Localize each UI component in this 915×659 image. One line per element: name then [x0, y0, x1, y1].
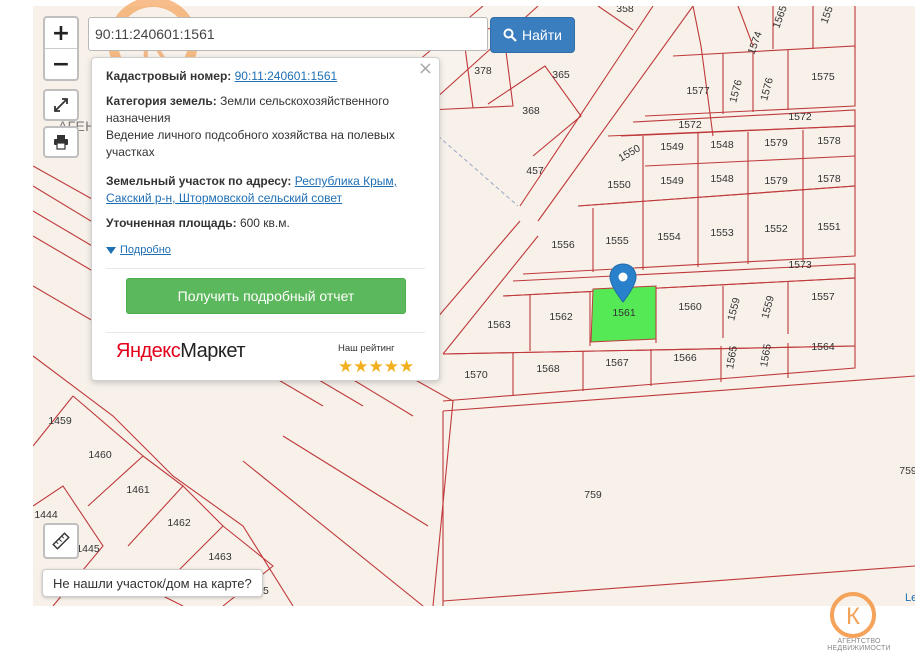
- road-centerline: [437, 135, 519, 207]
- parcel-number-label: 457: [526, 165, 544, 177]
- popup-divider: [106, 268, 425, 269]
- printer-icon: [54, 135, 68, 150]
- parcel-number-label: 1575: [811, 71, 835, 83]
- fullscreen-button[interactable]: [43, 89, 79, 121]
- agency-corner-text: АГЕНТСТВО НЕДВИЖИМОСТИ: [827, 638, 891, 652]
- parcel-number-label: 1554: [657, 231, 681, 243]
- not-found-parcel-button[interactable]: Не нашли участок/дом на карте?: [42, 569, 263, 597]
- get-report-button[interactable]: Получить подробный отчет: [126, 278, 406, 314]
- parcel-number-label: 1463: [208, 551, 232, 563]
- rating-label: Наш рейтинг: [338, 343, 395, 354]
- measure-ruler-button[interactable]: [43, 523, 79, 559]
- area-row: Уточненная площадь: 600 кв.м.: [106, 215, 416, 232]
- parcel-number-label: 1549: [660, 141, 684, 153]
- parcel-number-label: 1570: [464, 369, 488, 381]
- zoom-control: + −: [43, 16, 79, 81]
- area-value: 600 кв.м.: [239, 216, 290, 230]
- parcel-number-label: 1568: [536, 363, 560, 375]
- cadastral-number-link[interactable]: 90:11:240601:1561: [235, 69, 338, 83]
- parcel-number-label: 1559: [759, 294, 777, 320]
- parcel-number-label: 1562: [549, 311, 573, 323]
- rating-stars-icon: ★★★★★: [338, 357, 415, 376]
- details-link[interactable]: Подробно: [120, 242, 171, 259]
- parcel-number-label: 365: [552, 69, 570, 81]
- parcel-number-label: 759: [584, 489, 602, 501]
- rating-widget[interactable]: Наш рейтинг ★★★★★: [338, 340, 414, 375]
- parcel-number-label: 1559: [725, 296, 743, 322]
- parcel-number-label: 1459: [48, 415, 72, 427]
- parcel-number-label: 1563: [487, 319, 511, 331]
- parcel-number-label: 1445: [76, 543, 100, 555]
- parcel-number-label: 1551: [817, 221, 841, 233]
- land-usage-text: Ведение личного подсобного хозяйства на …: [106, 128, 395, 159]
- zoom-out-button[interactable]: −: [45, 48, 77, 79]
- parcel-number-label: 1462: [167, 517, 191, 529]
- cadastral-number-label: Кадастровый номер:: [106, 69, 232, 83]
- parcel-number-label: 1550: [616, 142, 642, 164]
- parcel-number-label: 1576: [758, 76, 776, 102]
- land-category-label: Категория земель:: [106, 94, 217, 108]
- land-category-row: Категория земель: Земли сельскохозяйстве…: [106, 93, 416, 127]
- parcel-number-label: 1572: [788, 111, 812, 123]
- parcel-number-label: 1567: [605, 357, 629, 369]
- parcel-number-label: 1460: [88, 449, 112, 461]
- address-row: Земельный участок по адресу: Республика …: [106, 173, 416, 207]
- parcel-number-label: 1578: [817, 135, 841, 147]
- parcel-number-label: 1548: [710, 173, 734, 185]
- search-button[interactable]: Найти: [490, 17, 575, 53]
- yandex-logo-text: Яндекс: [116, 340, 181, 362]
- parcel-number-label: 1561: [612, 307, 636, 319]
- parcel-number-label: 378: [474, 65, 492, 77]
- agency-corner-logo: К АГЕНТСТВО НЕДВИЖИМОСТИ: [806, 590, 912, 652]
- fullscreen-icon: [54, 98, 68, 112]
- parcel-number-label: 1557: [811, 291, 835, 303]
- parcel-number-label: 1572: [678, 119, 702, 131]
- parcel-number-label: 1577: [686, 85, 710, 97]
- ruler-icon: [52, 532, 70, 550]
- cadastral-number-row: Кадастровый номер: 90:11:240601:1561: [106, 68, 416, 85]
- search-button-label: Найти: [522, 27, 562, 43]
- parcel-number-label: 1550: [607, 179, 631, 191]
- parcel-number-label: 1576: [727, 78, 745, 104]
- parcel-number-label: 155: [819, 6, 836, 25]
- market-logo-text: Маркет: [180, 340, 245, 362]
- parcel-number-label: 759: [899, 465, 915, 477]
- parcel-number-label: 1566: [673, 352, 697, 364]
- parcel-number-label: 1549: [660, 175, 684, 187]
- print-button[interactable]: [43, 126, 79, 158]
- details-toggle[interactable]: Подробно: [106, 242, 416, 259]
- address-label: Земельный участок по адресу:: [106, 174, 292, 188]
- parcel-number-label: 1553: [710, 227, 734, 239]
- caret-down-icon: [106, 246, 116, 254]
- yandex-market-logo[interactable]: ЯндексМаркет: [116, 340, 245, 362]
- parcel-number-label: 1579: [764, 175, 788, 187]
- parcel-number-label: 1555: [605, 235, 629, 247]
- parcel-number-label: 1444: [34, 509, 58, 521]
- parcel-number-label: 1461: [126, 484, 150, 496]
- agency-logo-icon: К: [830, 592, 876, 638]
- parcel-number-label: 358: [616, 6, 634, 15]
- popup-close-button[interactable]: ×: [418, 60, 433, 78]
- parcel-info-popup: × Кадастровый номер: 90:11:240601:1561 К…: [91, 57, 440, 381]
- search-icon: [503, 28, 517, 42]
- parcel-number-label: 1564: [811, 341, 835, 353]
- svg-text:К: К: [846, 603, 860, 630]
- parcel-number-label: 1573: [788, 259, 812, 271]
- parcel-number-label: 1578: [817, 173, 841, 185]
- parcel-number-label: 1560: [678, 301, 702, 313]
- parcel-number-label: 1552: [764, 223, 788, 235]
- parcel-number-label: 1565: [758, 343, 774, 368]
- parcel-number-label: 1548: [710, 139, 734, 151]
- search-input[interactable]: [88, 17, 488, 51]
- popup-divider: [106, 332, 425, 333]
- parcel-number-label: 1556: [551, 239, 575, 251]
- zoom-in-button[interactable]: +: [45, 18, 77, 48]
- area-label: Уточненная площадь:: [106, 216, 237, 230]
- parcel-number-label: 1579: [764, 137, 788, 149]
- parcel-number-label: 368: [522, 105, 540, 117]
